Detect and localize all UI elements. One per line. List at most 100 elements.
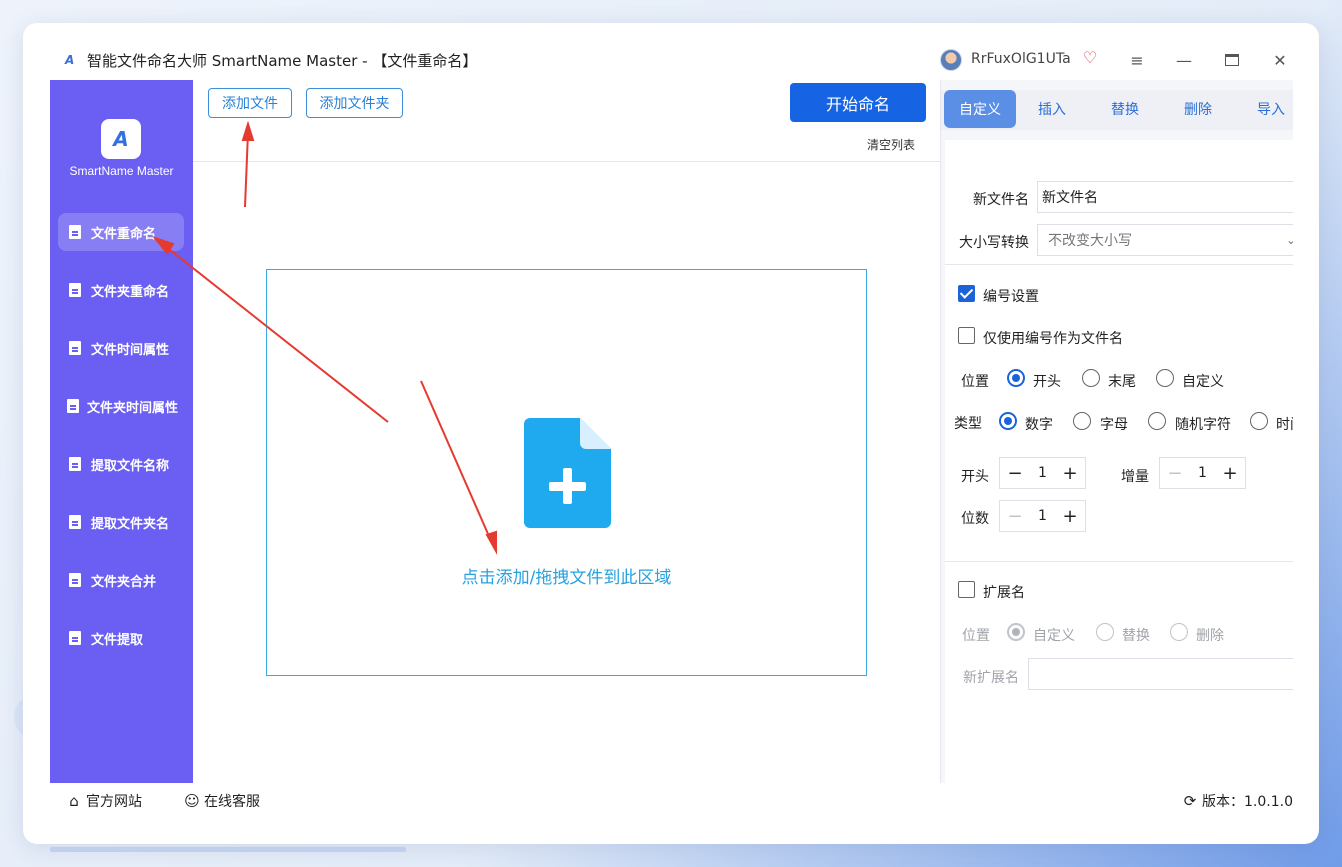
case-select-value: 不改变大小写: [1048, 233, 1132, 249]
menu-icon[interactable]: ≡: [1122, 48, 1152, 72]
website-label: 官方网站: [86, 794, 142, 810]
divider: [945, 264, 1293, 265]
digits-stepper: − 1 +: [999, 500, 1086, 532]
sidebar-item-label: 文件重命名: [91, 226, 157, 242]
type-radio-number[interactable]: [999, 412, 1017, 430]
numbering-label: 编号设置: [983, 289, 1039, 305]
case-select[interactable]: 不改变大小写 ⌄: [1037, 224, 1293, 256]
sidebar-item-folder-merge[interactable]: 文件夹合并: [58, 561, 184, 599]
tab-custom[interactable]: 自定义: [944, 90, 1016, 128]
ext-radio-custom[interactable]: [1007, 623, 1025, 641]
only-number-label: 仅使用编号作为文件名: [983, 331, 1123, 347]
sidebar-item-label: 文件夹重命名: [91, 284, 170, 300]
document-icon: [69, 283, 81, 297]
ext-radio-delete[interactable]: [1170, 623, 1188, 641]
position-label: 位置: [961, 374, 989, 390]
sidebar-item-folder-time[interactable]: 文件夹时间属性: [58, 387, 184, 425]
tab-delete[interactable]: 删除: [1162, 90, 1234, 128]
position-radio-end[interactable]: [1082, 369, 1100, 387]
app-window: A 智能文件命名大师 SmartName Master - 【文件重命名】 Rr…: [23, 23, 1319, 844]
add-file-button[interactable]: 添加文件: [208, 88, 292, 118]
new-ext-input[interactable]: [1028, 658, 1293, 690]
brand-name: SmartName Master: [69, 164, 174, 178]
file-drop-zone[interactable]: 点击添加/拖拽文件到此区域: [266, 269, 867, 676]
vip-diamond-icon[interactable]: ♡: [1081, 49, 1099, 67]
new-name-input[interactable]: 新文件名: [1037, 181, 1293, 213]
tab-insert[interactable]: 插入: [1016, 90, 1088, 128]
settings-panel: 自定义 插入 替换 删除 导入 新文件名 新文件名 大小写转换 不改变大小写 ⌄…: [940, 80, 1293, 783]
headset-icon: ☺: [184, 792, 200, 810]
type-radio-time[interactable]: [1250, 412, 1268, 430]
ext-option-label: 替换: [1122, 628, 1150, 644]
website-link[interactable]: ⌂ 官方网站: [66, 791, 142, 811]
drop-zone-hint: 点击添加/拖拽文件到此区域: [461, 568, 672, 588]
support-label: 在线客服: [204, 794, 260, 810]
extension-label: 扩展名: [983, 585, 1025, 601]
position-radio-custom[interactable]: [1156, 369, 1174, 387]
refresh-icon: ⟳: [1183, 792, 1197, 810]
document-icon: [69, 341, 81, 355]
tab-import[interactable]: 导入: [1235, 90, 1293, 128]
document-icon: [67, 399, 79, 413]
sidebar-item-file-time[interactable]: 文件时间属性: [58, 329, 184, 367]
sidebar-item-extract-filename[interactable]: 提取文件名称: [58, 445, 184, 483]
document-icon: [69, 573, 81, 587]
clear-list-button[interactable]: 清空列表: [867, 136, 915, 153]
start-rename-button[interactable]: 开始命名: [790, 83, 926, 122]
add-folder-button[interactable]: 添加文件夹: [306, 88, 403, 118]
new-name-label: 新文件名: [973, 192, 1029, 208]
minus-icon[interactable]: −: [1160, 458, 1190, 488]
background-decoration-bar: [50, 847, 406, 852]
user-name[interactable]: RrFuxOlG1UTa: [971, 51, 1071, 67]
start-value[interactable]: 1: [1030, 465, 1055, 481]
maximize-icon[interactable]: [1217, 48, 1247, 72]
title-bar: A 智能文件命名大师 SmartName Master - 【文件重命名】 Rr…: [50, 47, 1293, 81]
home-icon: ⌂: [69, 792, 79, 810]
type-radio-random[interactable]: [1148, 412, 1166, 430]
type-radio-letter[interactable]: [1073, 412, 1091, 430]
chevron-down-icon: ⌄: [1286, 233, 1293, 247]
start-stepper: − 1 +: [999, 457, 1086, 489]
minus-icon[interactable]: −: [1000, 501, 1030, 531]
plus-icon[interactable]: +: [1055, 501, 1085, 531]
type-label: 类型: [954, 416, 982, 432]
ext-radio-replace[interactable]: [1096, 623, 1114, 641]
sidebar-item-extract-foldername[interactable]: 提取文件夹名: [58, 503, 184, 541]
minimize-icon[interactable]: —: [1169, 48, 1199, 72]
close-icon[interactable]: ✕: [1265, 48, 1295, 72]
avatar[interactable]: [940, 49, 962, 71]
support-link[interactable]: ☺ 在线客服: [184, 791, 260, 811]
status-bar: ⌂ 官方网站 ☺ 在线客服 ⟳ 版本：1.0.1.0: [50, 783, 1293, 819]
only-number-checkbox[interactable]: [958, 327, 975, 344]
sidebar-item-label: 文件夹时间属性: [87, 400, 179, 416]
sidebar-item-file-rename[interactable]: 文件重命名: [58, 213, 184, 251]
sidebar-item-label: 文件时间属性: [91, 342, 170, 358]
position-option-label: 自定义: [1182, 374, 1224, 390]
tab-replace[interactable]: 替换: [1089, 90, 1161, 128]
digits-label: 位数: [961, 511, 989, 527]
sidebar: A SmartName Master 文件重命名 文件夹重命名 文件时间属性 文…: [50, 80, 193, 783]
type-option-label: 数字: [1025, 417, 1053, 433]
sidebar-item-file-extract[interactable]: 文件提取: [58, 619, 184, 657]
type-option-label: 随机字符: [1175, 417, 1231, 433]
ext-position-label: 位置: [962, 628, 990, 644]
position-radio-start[interactable]: [1007, 369, 1025, 387]
version-label: 版本：1.0.1.0: [1202, 794, 1293, 810]
document-icon: [69, 457, 81, 471]
window-title: 智能文件命名大师 SmartName Master - 【文件重命名】: [87, 52, 478, 70]
divider: [945, 561, 1293, 562]
plus-icon[interactable]: +: [1055, 458, 1085, 488]
type-option-label: 字母: [1100, 417, 1128, 433]
ext-option-label: 自定义: [1033, 628, 1075, 644]
sidebar-item-folder-rename[interactable]: 文件夹重命名: [58, 271, 184, 309]
version-info[interactable]: ⟳ 版本：1.0.1.0: [1182, 791, 1293, 811]
numbering-checkbox[interactable]: [958, 285, 975, 302]
minus-icon[interactable]: −: [1000, 458, 1030, 488]
plus-icon[interactable]: +: [1215, 458, 1245, 488]
extension-checkbox[interactable]: [958, 581, 975, 598]
document-icon: [69, 631, 81, 645]
position-option-label: 开头: [1033, 374, 1061, 390]
digits-value[interactable]: 1: [1030, 508, 1055, 524]
increment-value[interactable]: 1: [1190, 465, 1215, 481]
sidebar-item-label: 提取文件夹名: [91, 516, 170, 532]
